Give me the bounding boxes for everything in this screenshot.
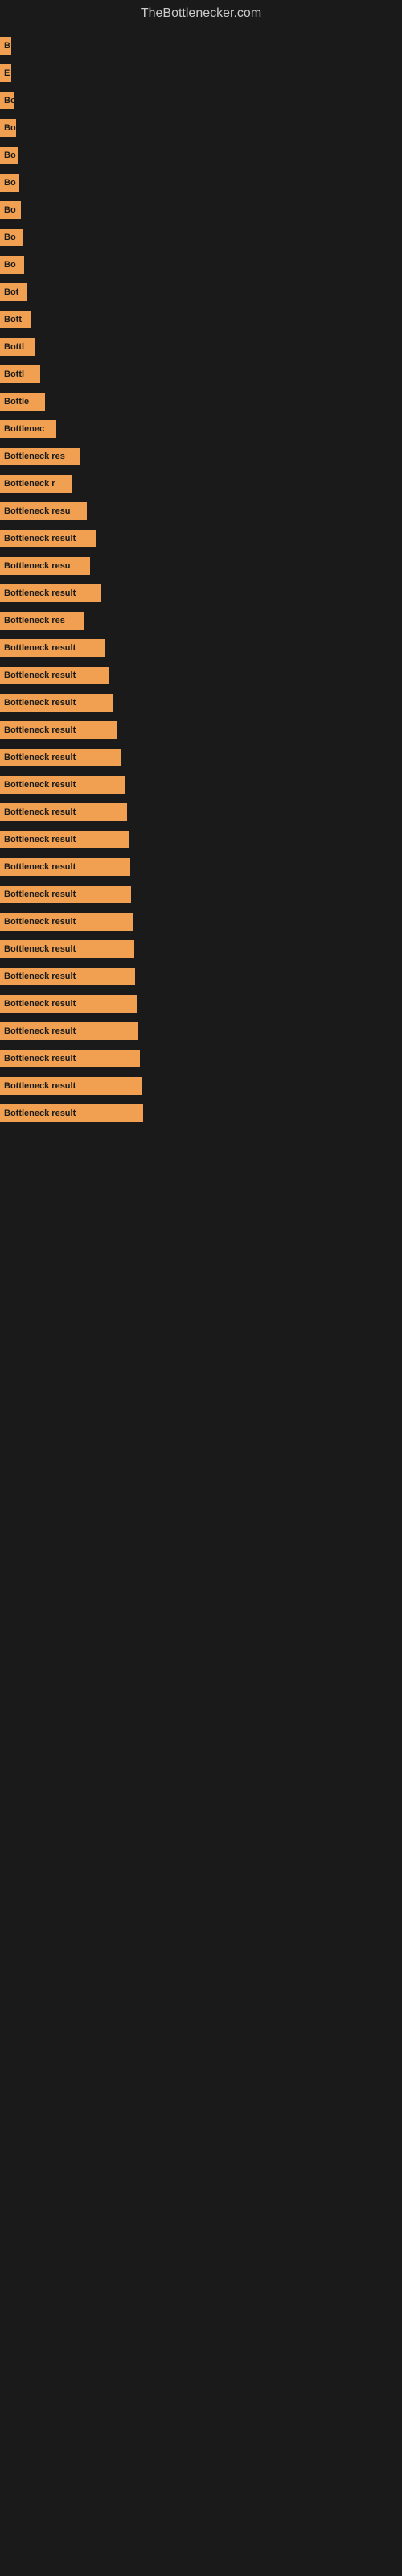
bottleneck-label: Bottleneck result (0, 1022, 138, 1040)
result-row: E (0, 60, 402, 87)
bottleneck-label: Bott (0, 311, 31, 328)
site-title: TheBottlenecker.com (0, 0, 402, 24)
bottleneck-label: Bottleneck resu (0, 557, 90, 575)
result-row: Bottle (0, 388, 402, 415)
result-row: Bottleneck result (0, 580, 402, 607)
result-row: B (0, 32, 402, 60)
bottleneck-label: Bottleneck res (0, 448, 80, 465)
result-row: Bottleneck resu (0, 497, 402, 525)
bottleneck-label: Bottle (0, 393, 45, 411)
bottleneck-label: Bot (0, 283, 27, 301)
rows-container: BE Bo Bo Bo Bo Bo Bo Bo Bot Bott Bottl Bottl Bottle B… (0, 24, 402, 1135)
bottleneck-label: Bottleneck result (0, 530, 96, 547)
result-row: Bottleneck res (0, 443, 402, 470)
bottleneck-label: Bottleneck result (0, 886, 131, 903)
result-row: Bottleneck result (0, 1100, 402, 1127)
result-row: Bottl (0, 333, 402, 361)
result-row: Bottl (0, 361, 402, 388)
bottleneck-label: Bottleneck result (0, 584, 100, 602)
bottleneck-label: Bottleneck result (0, 1077, 142, 1095)
result-row: Bottleneck result (0, 881, 402, 908)
bottleneck-label: Bottleneck result (0, 776, 125, 794)
result-row: Bo (0, 224, 402, 251)
result-row: Bottleneck result (0, 716, 402, 744)
result-row: Bottleneck result (0, 853, 402, 881)
result-row: Bottleneck result (0, 689, 402, 716)
result-row: Bottlenec (0, 415, 402, 443)
bottleneck-label: Bottleneck res (0, 612, 84, 630)
bottleneck-label: E (0, 64, 11, 82)
bottleneck-label: Bo (0, 92, 14, 109)
result-row: Bo (0, 142, 402, 169)
result-row: Bottleneck resu (0, 552, 402, 580)
result-row: Bottleneck result (0, 935, 402, 963)
bottleneck-label: B (0, 37, 11, 55)
result-row: Bottleneck result (0, 744, 402, 771)
result-row: Bottleneck result (0, 963, 402, 990)
bottleneck-label: Bottlenec (0, 420, 56, 438)
result-row: Bottleneck result (0, 1045, 402, 1072)
result-row: Bottleneck result (0, 799, 402, 826)
result-row: Bottleneck result (0, 1072, 402, 1100)
bottleneck-label: Bottleneck result (0, 1104, 143, 1122)
bottleneck-label: Bottleneck result (0, 995, 137, 1013)
bottleneck-label: Bottleneck result (0, 749, 121, 766)
bottleneck-label: Bo (0, 201, 21, 219)
result-row: Bottleneck result (0, 1018, 402, 1045)
result-row: Bot (0, 279, 402, 306)
bottleneck-label: Bo (0, 256, 24, 274)
result-row: Bo (0, 114, 402, 142)
bottleneck-label: Bottleneck result (0, 1050, 140, 1067)
result-row: Bottleneck result (0, 634, 402, 662)
result-row: Bottleneck result (0, 525, 402, 552)
bottleneck-label: Bottl (0, 338, 35, 356)
bottleneck-label: Bottleneck result (0, 913, 133, 931)
result-row: Bo (0, 251, 402, 279)
bottleneck-label: Bottl (0, 365, 40, 383)
bottleneck-label: Bo (0, 174, 19, 192)
bottleneck-label: Bottleneck result (0, 721, 117, 739)
bottleneck-label: Bottleneck result (0, 667, 109, 684)
result-row: Bo (0, 196, 402, 224)
bottleneck-label: Bo (0, 147, 18, 164)
bottleneck-label: Bottleneck result (0, 968, 135, 985)
result-row: Bottleneck result (0, 662, 402, 689)
bottleneck-label: Bottleneck result (0, 858, 130, 876)
bottleneck-label: Bottleneck r (0, 475, 72, 493)
result-row: Bottleneck result (0, 908, 402, 935)
result-row: Bott (0, 306, 402, 333)
result-row: Bottleneck res (0, 607, 402, 634)
bottleneck-label: Bottleneck result (0, 694, 113, 712)
result-row: Bottleneck r (0, 470, 402, 497)
bottleneck-label: Bottleneck result (0, 803, 127, 821)
result-row: Bottleneck result (0, 771, 402, 799)
result-row: Bo (0, 87, 402, 114)
bottleneck-label: Bottleneck resu (0, 502, 87, 520)
result-row: Bottleneck result (0, 990, 402, 1018)
result-row: Bottleneck result (0, 826, 402, 853)
bottleneck-label: Bottleneck result (0, 940, 134, 958)
bottleneck-label: Bottleneck result (0, 831, 129, 848)
bottleneck-label: Bottleneck result (0, 639, 105, 657)
bottleneck-label: Bo (0, 229, 23, 246)
bottleneck-label: Bo (0, 119, 16, 137)
result-row: Bo (0, 169, 402, 196)
